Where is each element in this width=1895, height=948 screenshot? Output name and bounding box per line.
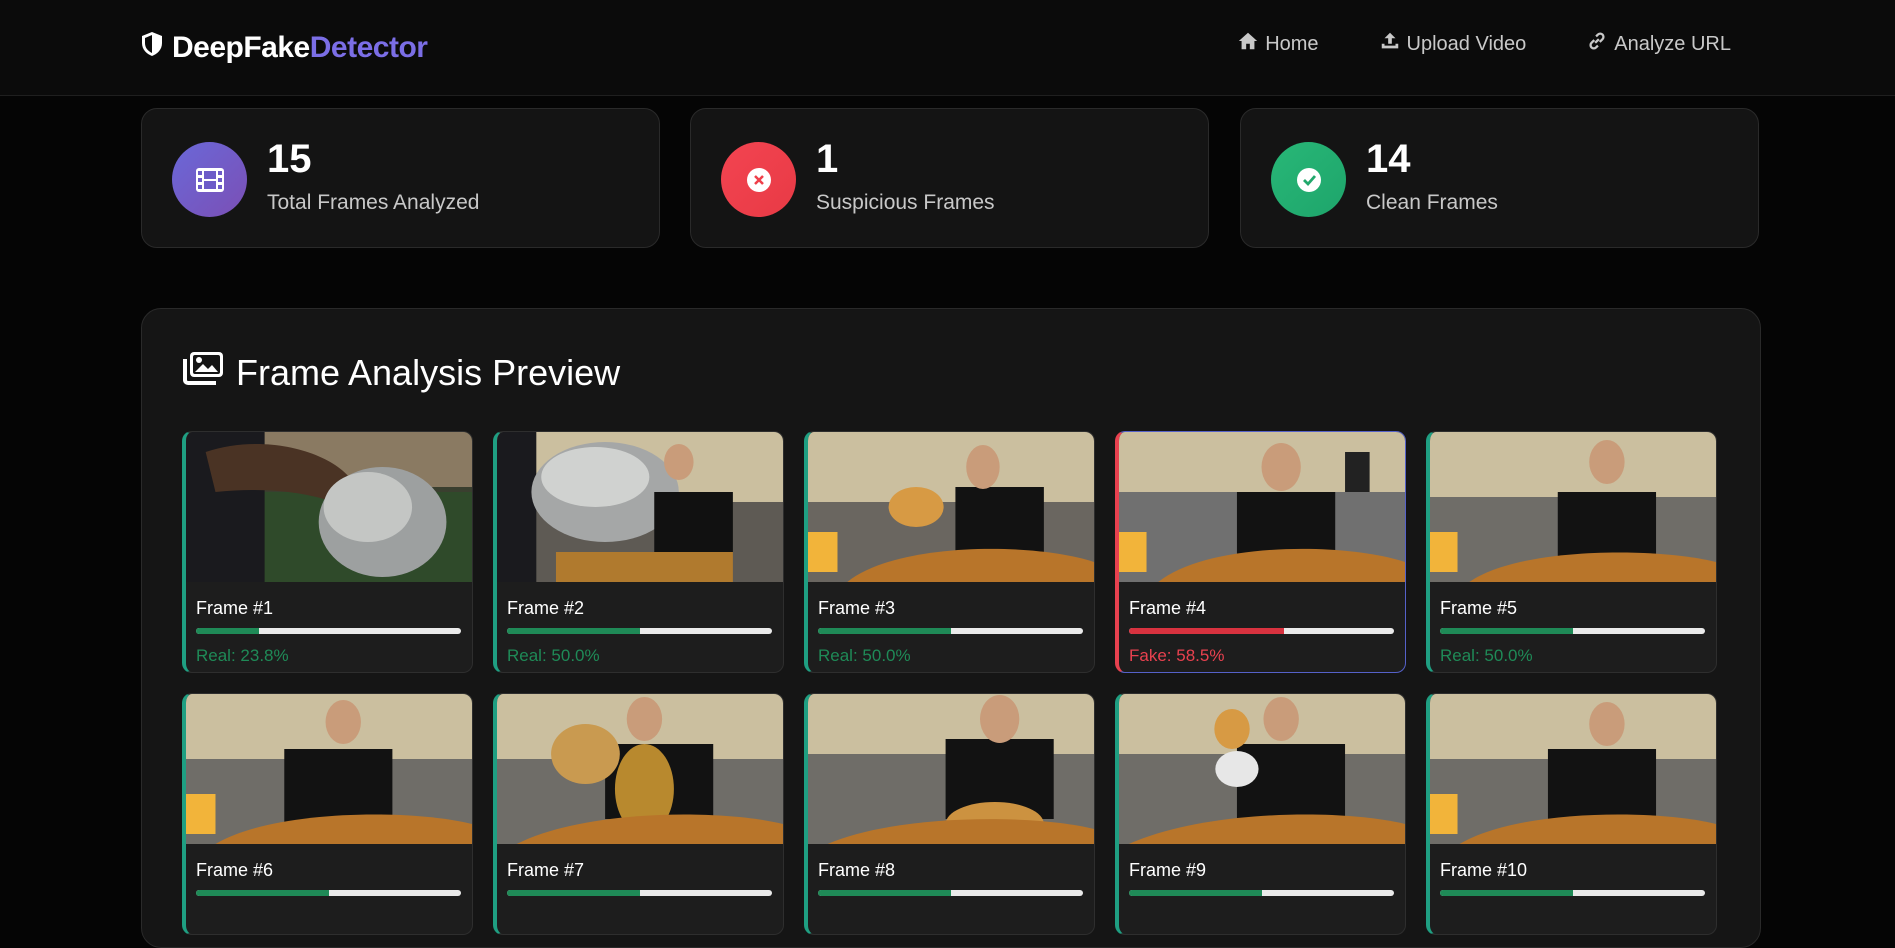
brand-name-part2: Detector: [309, 31, 428, 64]
frame-title: Frame #9: [1129, 860, 1207, 880]
frame-status: Real: 50.0%: [1440, 646, 1533, 665]
frame-score-bar: [507, 890, 772, 896]
frame-status: Real: 50.0%: [507, 646, 600, 665]
frame-title: Frame #7: [507, 860, 585, 880]
stat-total-frames: 15 Total Frames Analyzed: [141, 108, 660, 248]
frame-thumbnail: [1430, 432, 1716, 582]
frame-score-bar: [1129, 890, 1394, 896]
shield-icon: [140, 31, 164, 65]
frame-thumbnail: [1119, 694, 1405, 844]
frame-score-bar: [1440, 890, 1705, 896]
link-icon: [1586, 30, 1608, 58]
frame-score-fill: [196, 890, 329, 896]
nav-home-label: Home: [1265, 32, 1319, 55]
frame-thumbnail: [1430, 694, 1716, 844]
frame-status: Real: 50.0%: [818, 646, 911, 665]
brand-name-part1: DeepFake: [172, 31, 310, 64]
frame-score-bar: [507, 628, 772, 634]
nav-menu: Home Upload Video Analyze URL: [1237, 30, 1731, 58]
frame-card-7[interactable]: Frame #7: [493, 693, 784, 935]
frame-score-fill: [818, 628, 951, 634]
x-circle-icon: [721, 142, 796, 217]
frame-card-4[interactable]: Frame #4 Fake: 58.5%: [1115, 431, 1406, 673]
frame-score-fill: [507, 628, 640, 634]
frame-card-10[interactable]: Frame #10: [1426, 693, 1717, 935]
stat-clean-value: 14: [1366, 137, 1411, 181]
frame-score-bar: [818, 628, 1083, 634]
frame-card-5[interactable]: Frame #5 Real: 50.0%: [1426, 431, 1717, 673]
nav-home[interactable]: Home: [1237, 30, 1319, 58]
nav-analyze-label: Analyze URL: [1614, 32, 1731, 55]
frame-analysis-panel: Frame Analysis Preview Frame #1 Real: 23…: [141, 308, 1761, 948]
frame-score-bar: [818, 890, 1083, 896]
nav-upload-video[interactable]: Upload Video: [1379, 30, 1527, 58]
home-icon: [1237, 30, 1259, 58]
frame-title: Frame #10: [1440, 860, 1528, 880]
frame-title: Frame #4: [1129, 598, 1207, 618]
frame-score-fill: [1129, 890, 1262, 896]
frame-score-bar: [1440, 628, 1705, 634]
stat-clean-frames: 14 Clean Frames: [1240, 108, 1759, 248]
stat-suspicious-value: 1: [816, 137, 839, 181]
frame-score-fill: [196, 628, 260, 634]
frame-score-fill: [507, 890, 640, 896]
frame-card-9[interactable]: Frame #9: [1115, 693, 1406, 935]
frame-thumbnail: [497, 432, 783, 582]
brand-logo[interactable]: DeepFakeDetector: [140, 28, 428, 68]
frame-thumbnail: [1119, 432, 1405, 582]
frame-thumbnail: [186, 694, 472, 844]
frame-title: Frame #3: [818, 598, 896, 618]
panel-title: Frame Analysis Preview: [182, 351, 620, 394]
frame-score-fill: [1129, 628, 1285, 634]
stat-suspicious-label: Suspicious Frames: [816, 191, 995, 214]
frame-thumbnail: [808, 432, 1094, 582]
frame-card-1[interactable]: Frame #1 Real: 23.8%: [182, 431, 473, 673]
frame-card-3[interactable]: Frame #3 Real: 50.0%: [804, 431, 1095, 673]
frame-status: Fake: 58.5%: [1129, 646, 1225, 665]
stat-suspicious-frames: 1 Suspicious Frames: [690, 108, 1209, 248]
frame-title: Frame #1: [196, 598, 274, 618]
panel-title-text: Frame Analysis Preview: [236, 351, 621, 393]
frame-status: Real: 23.8%: [196, 646, 289, 665]
check-circle-icon: [1271, 142, 1346, 217]
frame-title: Frame #6: [196, 860, 274, 880]
frame-card-6[interactable]: Frame #6: [182, 693, 473, 935]
stat-total-value: 15: [267, 137, 312, 181]
frame-title: Frame #2: [507, 598, 585, 618]
frame-score-bar: [1129, 628, 1394, 634]
frame-score-fill: [818, 890, 951, 896]
frame-score-bar: [196, 890, 461, 896]
navbar: DeepFakeDetector Home Upload Video Analy…: [0, 0, 1895, 96]
frame-score-fill: [1440, 628, 1573, 634]
frame-card-2[interactable]: Frame #2 Real: 50.0%: [493, 431, 784, 673]
frame-title: Frame #5: [1440, 598, 1518, 618]
frame-score-fill: [1440, 890, 1573, 896]
stat-clean-label: Clean Frames: [1366, 191, 1498, 214]
images-icon: [182, 351, 224, 394]
nav-upload-label: Upload Video: [1406, 32, 1527, 55]
frame-card-8[interactable]: Frame #8: [804, 693, 1095, 935]
frame-thumbnail: [497, 694, 783, 844]
frame-thumbnail: [186, 432, 472, 582]
film-icon: [172, 142, 247, 217]
upload-icon: [1379, 30, 1401, 58]
frame-thumbnail: [808, 694, 1094, 844]
nav-analyze-url[interactable]: Analyze URL: [1586, 30, 1731, 58]
frame-title: Frame #8: [818, 860, 896, 880]
stat-total-label: Total Frames Analyzed: [267, 191, 480, 214]
frame-score-bar: [196, 628, 461, 634]
